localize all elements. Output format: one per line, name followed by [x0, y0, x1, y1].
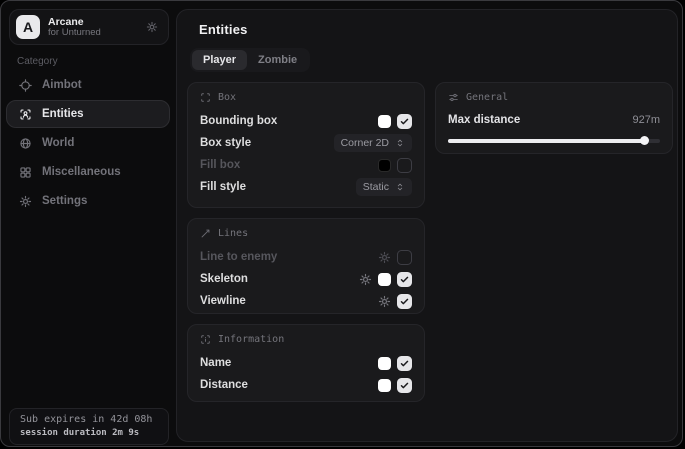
sliders-icon [448, 92, 459, 103]
chevron-up-down-icon [395, 182, 405, 192]
setting-row-fill-box: Fill box [200, 154, 412, 176]
slider-handle[interactable] [640, 136, 649, 145]
page-title: Entities [199, 22, 248, 37]
information-card: Information Name Distance [187, 324, 425, 402]
sidebar-nav: Aimbot Entities World Miscellaneous [6, 71, 170, 216]
checkbox-viewline[interactable] [397, 294, 412, 309]
sidebar-item-miscellaneous[interactable]: Miscellaneous [6, 158, 170, 186]
checkbox-fill-box[interactable] [397, 158, 412, 173]
card-title: Lines [218, 228, 248, 239]
checkbox-skeleton[interactable] [397, 272, 412, 287]
sidebar: A Arcane for Unturned Category Aimbot [1, 1, 176, 446]
checkbox-name[interactable] [397, 356, 412, 371]
gear-icon[interactable] [359, 273, 372, 286]
box-card-header: Box [200, 92, 412, 103]
session-duration-text: session duration 2m 9s [20, 427, 158, 439]
box-corners-icon [200, 92, 211, 103]
sidebar-item-label: Entities [42, 108, 84, 120]
app-header-card: A Arcane for Unturned [9, 9, 169, 45]
lines-card-header: Lines [200, 228, 412, 239]
setting-row-fill-style: Fill style Static [200, 176, 412, 198]
gear-icon[interactable] [146, 21, 158, 33]
person-scan-icon [19, 108, 32, 121]
app-window: A Arcane for Unturned Category Aimbot [0, 0, 683, 447]
max-distance-value: 927m [632, 114, 660, 126]
box-card: Box Bounding box Box style Corner 2D [187, 82, 425, 208]
box-style-dropdown[interactable]: Corner 2D [334, 134, 412, 152]
checkbox-distance[interactable] [397, 378, 412, 393]
information-icon [200, 334, 211, 345]
card-title: Information [218, 334, 284, 345]
tab-bar: Player Zombie [190, 48, 310, 72]
app-logo: A [16, 15, 40, 39]
app-subtitle: for Unturned [48, 28, 101, 39]
information-card-header: Information [200, 334, 412, 345]
gear-icon [19, 195, 32, 208]
tab-zombie[interactable]: Zombie [247, 50, 308, 70]
sidebar-item-label: Settings [42, 195, 87, 207]
diagonal-line-icon [200, 228, 211, 239]
setting-row-skeleton: Skeleton [200, 268, 412, 290]
slider-fill [448, 139, 645, 143]
sub-expiry-text: Sub expires in 42d 08h [20, 413, 158, 427]
color-swatch[interactable] [378, 379, 391, 392]
setting-row-viewline: Viewline [200, 290, 412, 312]
max-distance-slider[interactable] [448, 136, 660, 145]
color-swatch[interactable] [378, 357, 391, 370]
grid-icon [19, 166, 32, 179]
globe-icon [19, 137, 32, 150]
color-swatch[interactable] [378, 115, 391, 128]
setting-row-bounding-box: Bounding box [200, 110, 412, 132]
tab-player[interactable]: Player [192, 50, 247, 70]
fill-style-dropdown[interactable]: Static [356, 178, 412, 196]
chevron-up-down-icon [395, 138, 405, 148]
sidebar-item-settings[interactable]: Settings [6, 187, 170, 215]
app-titles: Arcane for Unturned [48, 16, 101, 39]
checkbox-bounding-box[interactable] [397, 114, 412, 129]
lines-card: Lines Line to enemy Skeleton [187, 218, 425, 314]
subscription-card: Sub expires in 42d 08h session duration … [9, 408, 169, 445]
sidebar-item-aimbot[interactable]: Aimbot [6, 71, 170, 99]
app-name: Arcane [48, 16, 101, 28]
color-swatch[interactable] [378, 273, 391, 286]
card-title: Box [218, 92, 236, 103]
gear-icon[interactable] [378, 295, 391, 308]
sidebar-item-label: Aimbot [42, 79, 82, 91]
general-card-header: General [448, 92, 660, 103]
color-swatch[interactable] [378, 159, 391, 172]
setting-row-box-style: Box style Corner 2D [200, 132, 412, 154]
general-card: General Max distance 927m [435, 82, 673, 154]
sidebar-item-label: Miscellaneous [42, 166, 121, 178]
card-title: General [466, 92, 508, 103]
setting-row-max-distance: Max distance 927m [448, 110, 660, 130]
gear-icon[interactable] [378, 251, 391, 264]
category-label: Category [17, 56, 58, 67]
setting-row-distance: Distance [200, 374, 412, 396]
sidebar-item-label: World [42, 137, 74, 149]
crosshair-icon [19, 79, 32, 92]
setting-row-name: Name [200, 352, 412, 374]
checkbox-line-to-enemy[interactable] [397, 250, 412, 265]
sidebar-item-entities[interactable]: Entities [6, 100, 170, 128]
main-panel: Entities Player Zombie Box Bounding box [176, 9, 678, 442]
setting-row-line-to-enemy: Line to enemy [200, 246, 412, 268]
sidebar-item-world[interactable]: World [6, 129, 170, 157]
